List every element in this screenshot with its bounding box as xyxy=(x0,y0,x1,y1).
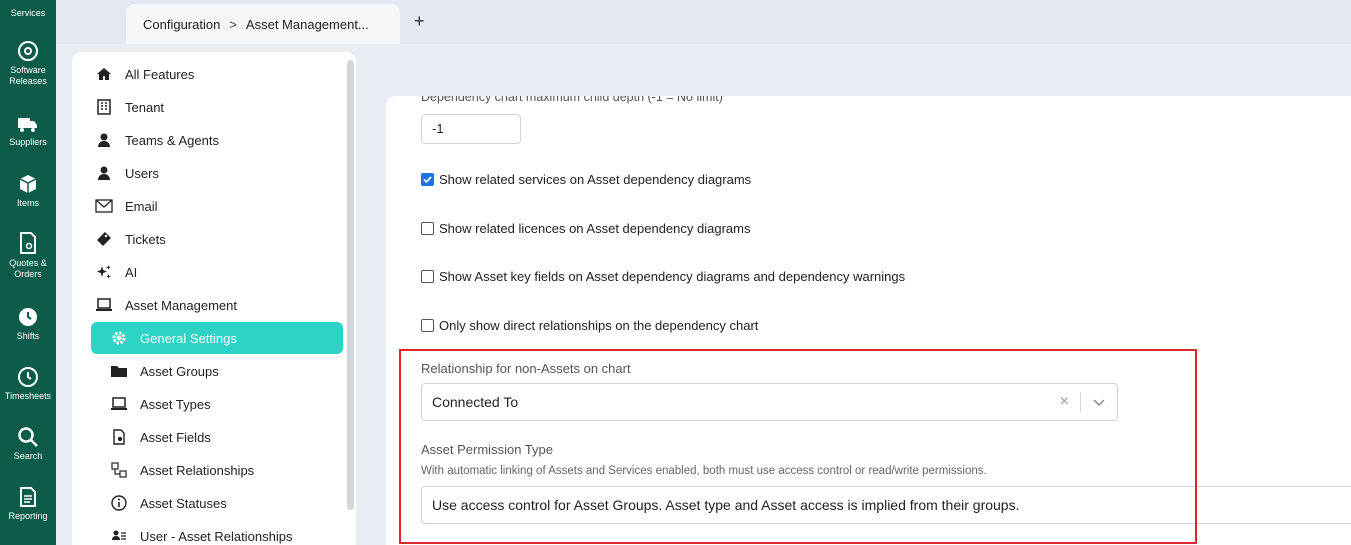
checkbox-label: Show Asset key fields on Asset dependenc… xyxy=(439,269,906,284)
rail-item-items[interactable]: Items xyxy=(0,173,56,209)
disc-icon xyxy=(18,41,38,61)
rail-item-label: Items xyxy=(16,198,39,208)
sidebar-item-general-settings[interactable]: General Settings xyxy=(91,322,343,354)
sidebar-item-label: Asset Management xyxy=(125,297,238,313)
config-sidebar: All Features Tenant Teams & Agents Users… xyxy=(72,52,356,545)
rail-item-label: Suppliers xyxy=(9,137,47,147)
tab-bar: Configuration > Asset Management... + xyxy=(56,0,1351,44)
checkbox[interactable] xyxy=(421,319,434,332)
breadcrumb-current: Asset Management... xyxy=(245,16,369,32)
left-rail: Services Software Releases Suppliers Ite… xyxy=(0,0,56,545)
user-list-icon xyxy=(110,527,128,545)
add-tab-button[interactable]: + xyxy=(414,12,425,30)
breadcrumb-separator: > xyxy=(229,16,237,32)
sidebar-item-label: Email xyxy=(125,198,158,214)
checkbox[interactable] xyxy=(421,270,434,283)
rail-item-label: Reporting xyxy=(8,511,48,521)
checkbox-label: Only show direct relationships on the de… xyxy=(439,318,759,333)
sidebar-item-label: Users xyxy=(125,165,159,181)
rail-item-label: Shifts xyxy=(16,331,40,341)
show-key-fields-option[interactable]: Show Asset key fields on Asset dependenc… xyxy=(421,269,905,284)
sidebar-item-asset-statuses[interactable]: Asset Statuses xyxy=(110,492,227,514)
sidebar-item-user-asset-relationships[interactable]: User - Asset Relationships xyxy=(110,525,292,545)
sidebar-item-asset-management[interactable]: Asset Management xyxy=(95,294,237,316)
rail-item-label: Services xyxy=(10,8,46,18)
sidebar-item-label: Asset Statuses xyxy=(140,495,227,511)
sidebar-item-tenant[interactable]: Tenant xyxy=(95,96,164,118)
sidebar-item-asset-fields[interactable]: Asset Fields xyxy=(110,426,211,448)
truck-icon xyxy=(18,118,37,132)
checkbox-label: Show related licences on Asset dependenc… xyxy=(439,221,751,236)
search-icon xyxy=(18,427,38,447)
sidebar-item-tickets[interactable]: Tickets xyxy=(95,228,166,250)
laptop-icon xyxy=(110,395,128,413)
folder-icon xyxy=(110,362,128,380)
clock-icon xyxy=(19,308,37,326)
ticket-icon xyxy=(95,230,113,248)
home-icon xyxy=(95,65,113,83)
relationship-icon xyxy=(110,461,128,479)
rail-item-label: Quotes & Orders xyxy=(9,258,47,279)
rail-item-reporting[interactable]: Reporting xyxy=(0,486,56,522)
checkbox[interactable] xyxy=(421,222,434,235)
rail-item-software-releases[interactable]: Software Releases xyxy=(0,40,56,87)
sidebar-item-label: Teams & Agents xyxy=(125,132,219,148)
sidebar-item-label: Asset Types xyxy=(140,396,211,412)
email-icon xyxy=(95,197,113,215)
show-related-licences-option[interactable]: Show related licences on Asset dependenc… xyxy=(421,221,750,236)
rail-item-search[interactable]: Search xyxy=(0,426,56,462)
sidebar-item-label: AI xyxy=(125,264,138,280)
rail-item-label: Search xyxy=(13,451,43,461)
sidebar-item-all-features[interactable]: All Features xyxy=(95,63,194,85)
sidebar-item-label: Asset Relationships xyxy=(140,462,255,478)
sidebar-item-label: User - Asset Relationships xyxy=(140,528,293,544)
agent-icon xyxy=(95,131,113,149)
sidebar-item-label: Tenant xyxy=(125,99,165,115)
box-icon xyxy=(19,175,37,193)
sidebar-item-ai[interactable]: AI xyxy=(95,261,137,283)
breadcrumb-root[interactable]: Configuration xyxy=(143,17,220,32)
only-direct-relationships-option[interactable]: Only show direct relationships on the de… xyxy=(421,318,758,333)
rail-item-label: Timesheets xyxy=(4,391,52,401)
laptop-icon xyxy=(95,296,113,314)
gear-icon xyxy=(110,329,128,347)
checkbox-checked[interactable] xyxy=(421,173,434,186)
sidebar-item-label: Asset Groups xyxy=(140,363,219,379)
sidebar-item-asset-groups[interactable]: Asset Groups xyxy=(110,360,219,382)
sidebar-scrollbar[interactable] xyxy=(347,60,354,510)
rail-item-shifts[interactable]: Shifts xyxy=(0,306,56,342)
sidebar-item-users[interactable]: Users xyxy=(95,162,159,184)
rail-item-label: Software Releases xyxy=(9,65,47,86)
sidebar-item-email[interactable]: Email xyxy=(95,195,158,217)
sidebar-item-teams-agents[interactable]: Teams & Agents xyxy=(95,129,219,151)
sidebar-item-asset-types[interactable]: Asset Types xyxy=(110,393,211,415)
info-icon xyxy=(110,494,128,512)
rail-item-quotes-orders[interactable]: Quotes & Orders xyxy=(0,231,56,280)
sidebar-item-label: All Features xyxy=(125,66,195,82)
timer-icon xyxy=(18,367,38,387)
checkbox-label: Show related services on Asset dependenc… xyxy=(439,172,752,187)
sparkle-icon xyxy=(95,263,113,281)
user-icon xyxy=(95,164,113,182)
sidebar-item-label: General Settings xyxy=(140,330,237,346)
document-icon xyxy=(20,232,36,254)
sidebar-item-label: Tickets xyxy=(125,231,166,247)
rail-item-timesheets[interactable]: Timesheets xyxy=(0,366,56,402)
tab-configuration[interactable]: Configuration > Asset Management... xyxy=(126,4,400,44)
depth-label: Dependency chart maximum child depth (-1… xyxy=(421,96,723,104)
highlight-box xyxy=(399,349,1197,544)
report-icon xyxy=(20,487,36,507)
file-gear-icon xyxy=(110,428,128,446)
sidebar-item-asset-relationships[interactable]: Asset Relationships xyxy=(110,459,254,481)
sidebar-item-label: Asset Fields xyxy=(140,429,211,445)
rail-item-services[interactable]: Services xyxy=(0,8,56,19)
building-icon xyxy=(95,98,113,116)
rail-item-suppliers[interactable]: Suppliers xyxy=(0,114,56,148)
depth-input[interactable]: -1 xyxy=(421,114,521,144)
show-related-services-option[interactable]: Show related services on Asset dependenc… xyxy=(421,172,751,187)
